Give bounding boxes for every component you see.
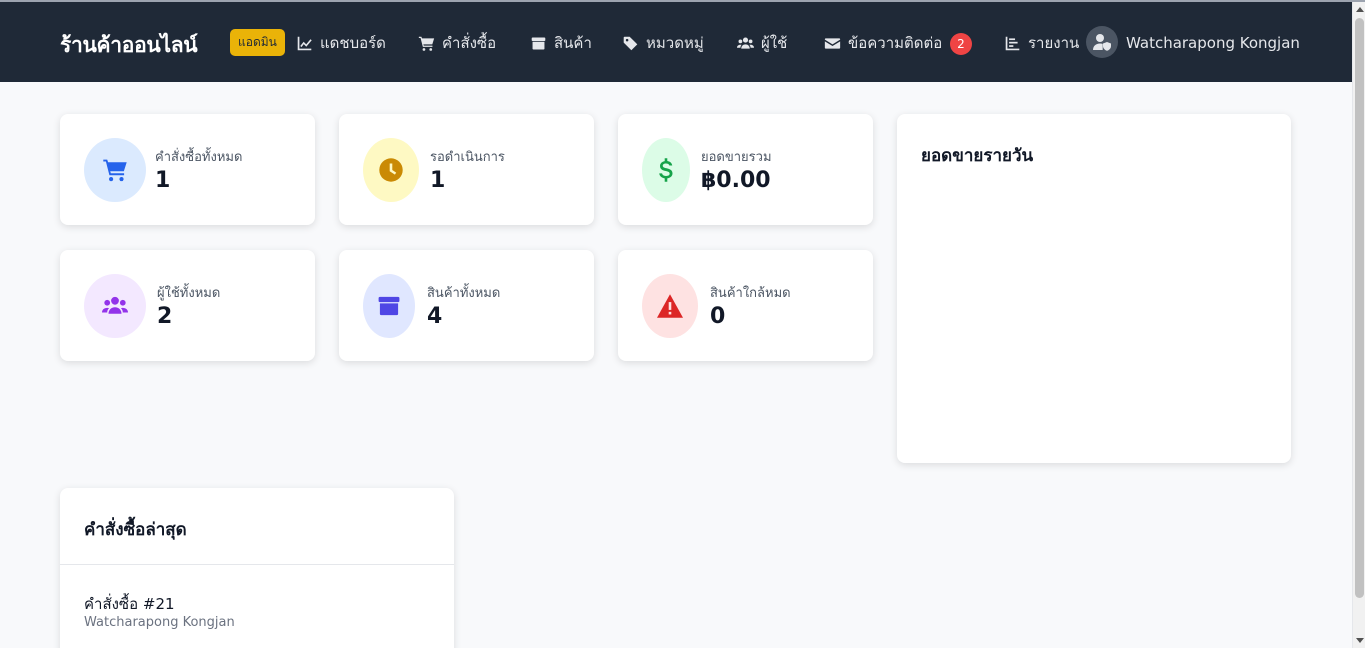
nav-dashboard-label: แดชบอร์ด [320, 34, 386, 52]
nav-messages[interactable]: ข้อความติดต่อ [824, 32, 942, 54]
box-icon [378, 296, 400, 316]
dollar-icon [659, 158, 673, 182]
daily-sales-card: ยอดขายรายวัน [897, 114, 1291, 463]
stat-label: คำสั่งซื้อทั้งหมด [155, 150, 243, 165]
order-title[interactable]: คำสั่งซื้อ #21 [84, 592, 175, 616]
nav-reports-label: รายงาน [1028, 34, 1080, 52]
order-customer: Watcharapong Kongjan [84, 615, 235, 630]
cart-icon [418, 36, 435, 51]
stat-label: สินค้าทั้งหมด [427, 286, 501, 301]
messages-count-badge: 2 [950, 33, 972, 55]
users-icon [102, 296, 128, 314]
nav-messages-label: ข้อความติดต่อ [848, 34, 943, 52]
nav-reports[interactable]: รายงาน [1004, 32, 1079, 54]
daily-sales-title: ยอดขายรายวัน [921, 146, 1034, 166]
user-name[interactable]: Watcharapong Kongjan [1126, 34, 1300, 52]
stat-value: 2 [157, 304, 173, 329]
chart-bar-icon [1005, 36, 1020, 50]
stat-card-total-users: ผู้ใช้ทั้งหมด 2 [60, 250, 315, 361]
stat-label: รอดำเนินการ [430, 150, 505, 165]
cart-icon [103, 159, 127, 182]
nav-dashboard[interactable]: แดชบอร์ด [296, 32, 386, 54]
envelope-icon [824, 37, 841, 49]
stat-value: ฿0.00 [701, 168, 771, 193]
user-shield-icon [1093, 34, 1111, 51]
stat-icon-bg [84, 274, 146, 338]
tags-icon [623, 36, 638, 50]
stat-value: 4 [427, 304, 443, 329]
page-scrollbar[interactable] [1352, 2, 1365, 648]
scroll-thumb[interactable] [1355, 18, 1364, 598]
nav-products[interactable]: สินค้า [530, 32, 592, 54]
recent-orders-title: คำสั่งซื้อล่าสุด [84, 520, 187, 540]
recent-orders-card: คำสั่งซื้อล่าสุด คำสั่งซื้อ #21 Watchara… [60, 488, 454, 648]
nav-orders[interactable]: คำสั่งซื้อ [418, 32, 496, 54]
nav-categories-label: หมวดหมู่ [646, 34, 704, 52]
scroll-down-arrow-icon[interactable] [1356, 638, 1364, 643]
stat-card-low-stock: สินค้าใกล้หมด 0 [618, 250, 873, 361]
stat-value: 1 [155, 168, 171, 193]
stat-value: 1 [430, 168, 446, 193]
stat-icon-bg [642, 274, 698, 338]
nav-users-label: ผู้ใช้ [761, 34, 788, 52]
nav-users[interactable]: ผู้ใช้ [737, 32, 787, 54]
box-icon [531, 37, 546, 49]
stat-icon-bg [363, 138, 419, 202]
stat-card-total-sales: ยอดขายรวม ฿0.00 [618, 114, 873, 225]
stat-card-total-products: สินค้าทั้งหมด 4 [339, 250, 594, 361]
brand-logo[interactable]: ร้านค้าออนไลน์ [60, 29, 198, 62]
stat-label: ยอดขายรวม [701, 150, 772, 165]
nav-products-label: สินค้า [554, 34, 592, 52]
stat-card-total-orders: คำสั่งซื้อทั้งหมด 1 [60, 114, 315, 225]
users-icon [737, 37, 754, 49]
stat-value: 0 [710, 304, 726, 329]
stat-label: ผู้ใช้ทั้งหมด [157, 286, 221, 301]
stat-card-pending: รอดำเนินการ 1 [339, 114, 594, 225]
nav-categories[interactable]: หมวดหมู่ [622, 32, 704, 54]
stat-icon-bg [642, 138, 690, 202]
chart-line-icon [297, 36, 312, 50]
stat-icon-bg [363, 274, 415, 338]
stat-label: สินค้าใกล้หมด [710, 286, 791, 301]
divider [60, 564, 454, 565]
admin-badge: แอดมิน [230, 29, 285, 56]
user-avatar[interactable] [1086, 26, 1118, 58]
nav-orders-label: คำสั่งซื้อ [442, 34, 497, 52]
stat-icon-bg [84, 138, 146, 202]
top-navbar: ร้านค้าออนไลน์ แอดมิน แดชบอร์ด คำสั่งซื้… [0, 2, 1352, 82]
daily-sales-chart [921, 184, 1267, 439]
warning-icon [657, 294, 683, 318]
clock-icon [379, 158, 403, 182]
scroll-up-arrow-icon[interactable] [1356, 7, 1364, 12]
